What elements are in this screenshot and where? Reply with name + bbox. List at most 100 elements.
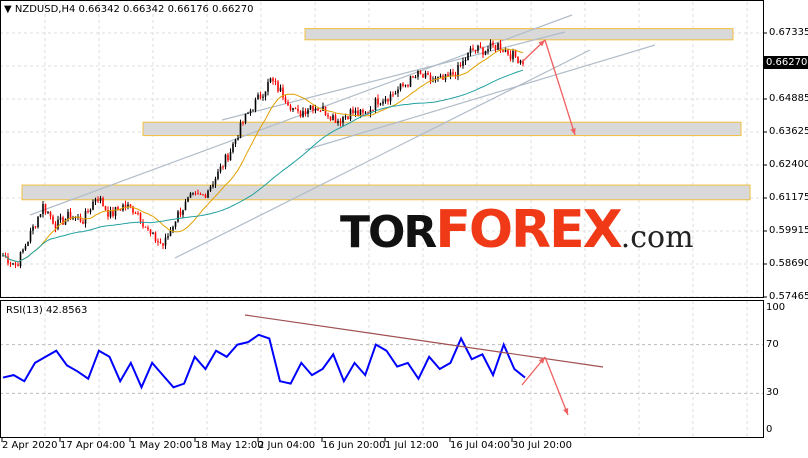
candle-body (309, 105, 312, 110)
candle-body (514, 50, 517, 57)
candle-body (199, 193, 202, 195)
channel-line (221, 31, 566, 121)
rsi-title: RSI(13) 42.8563 (6, 305, 88, 316)
candle-body (479, 45, 482, 48)
candle-body (189, 193, 192, 198)
candle-body (477, 45, 479, 51)
candle-body (19, 252, 22, 267)
candle-body (204, 194, 207, 198)
rsi-trendline (244, 314, 604, 368)
candle-body (457, 65, 459, 77)
candle-body (304, 111, 307, 114)
candle-body (232, 143, 234, 152)
date-tick-label: 18 May 12:00 (195, 440, 264, 451)
candle-body (424, 73, 427, 78)
candle-body (227, 154, 229, 161)
price-tick-label: 0.59915 (769, 225, 808, 236)
candle-body (499, 43, 502, 51)
candle-body (512, 50, 514, 60)
candle-body (517, 56, 519, 64)
date-tick-label: 17 Apr 04:00 (60, 440, 126, 451)
candle-body (224, 154, 227, 167)
candle-body (472, 48, 474, 50)
rsi-tick-label: 30 (766, 387, 779, 399)
candle-body (202, 194, 204, 196)
candle-body (487, 49, 489, 52)
candle-body (214, 178, 217, 185)
rsi-tick-label: 70 (766, 338, 779, 350)
candle-body (104, 206, 107, 211)
candle-body (102, 198, 104, 207)
candle-body (379, 103, 382, 105)
candle-body (389, 94, 392, 102)
candle-body (162, 243, 164, 246)
candle-body (374, 98, 377, 110)
torforex-logo: TORFOREX.com (340, 204, 694, 264)
candle-body (174, 221, 177, 227)
candle-body (334, 115, 337, 123)
candle-body (289, 105, 292, 110)
candle-body (297, 108, 299, 112)
candle-body (507, 50, 509, 55)
candle-body (134, 212, 137, 214)
candle-body (259, 94, 262, 98)
candle-body (32, 226, 34, 231)
candle-body (497, 43, 499, 50)
logo-forex: FOREX (435, 200, 622, 260)
candle-body (429, 74, 432, 81)
candle-body (404, 85, 407, 87)
candle-body (164, 237, 167, 246)
candle-body (229, 151, 232, 161)
candle-body (397, 89, 399, 94)
candle-body (119, 209, 122, 211)
candle-body (212, 184, 214, 187)
candle-body (329, 116, 332, 121)
candle-body (339, 120, 342, 123)
candle-body (9, 263, 12, 265)
candle-body (52, 216, 54, 224)
candle-body (427, 73, 429, 75)
logo-tor: TOR (340, 207, 437, 258)
candle-body (42, 203, 44, 215)
candle-body (34, 226, 37, 228)
candle-body (84, 211, 87, 224)
candle-body (414, 76, 417, 78)
candle-body (509, 54, 512, 60)
candle-body (12, 263, 14, 265)
candle-body (519, 60, 522, 64)
candle-body (14, 263, 17, 265)
candle-body (219, 166, 222, 172)
chart-window: ▼ NZDUSD,H4 0.66342 0.66342 0.66176 0.66… (0, 0, 808, 458)
candle-body (372, 109, 374, 111)
candle-body (22, 249, 24, 253)
candle-body (407, 85, 409, 87)
candle-body (99, 198, 102, 201)
price-tick-label: 0.67335 (769, 27, 808, 38)
candle-body (272, 78, 274, 82)
candle-body (177, 211, 179, 222)
rsi-tick-label: 0 (766, 424, 773, 435)
candle-body (422, 74, 424, 78)
candle-body (287, 102, 289, 106)
candle-body (17, 264, 19, 267)
date-tick-label: 1 May 20:00 (130, 440, 193, 451)
candle-body (409, 76, 412, 87)
candle-body (67, 211, 69, 220)
candle-body (317, 108, 319, 111)
candle-body (44, 203, 47, 213)
candle-body (399, 83, 402, 90)
candle-body (262, 96, 264, 98)
candle-body (154, 232, 157, 242)
candle-body (157, 241, 159, 243)
candle-body (114, 207, 117, 216)
candle-body (474, 49, 477, 51)
date-tick-label: 16 Jul 04:00 (450, 440, 510, 451)
candle-body (147, 227, 149, 230)
candle-body (37, 216, 39, 228)
candle-body (412, 76, 414, 78)
date-tick-label: 1 Jul 12:00 (385, 440, 439, 451)
date-tick-label: 30 Jul 20:00 (512, 440, 572, 451)
candle-body (349, 109, 352, 120)
price-tick-label: 0.62400 (769, 159, 808, 170)
candle-body (354, 110, 357, 114)
